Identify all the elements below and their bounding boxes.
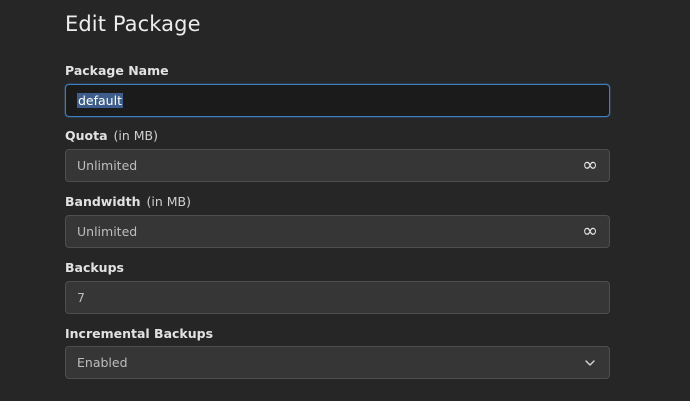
bandwidth-label: Bandwidth (in MB) xyxy=(65,194,191,209)
package-name-label-text: Package Name xyxy=(65,63,169,78)
chevron-down-icon xyxy=(585,358,595,368)
bandwidth-label-text: Bandwidth xyxy=(65,194,141,209)
infinity-icon[interactable]: ∞ xyxy=(582,222,598,241)
infinity-icon[interactable]: ∞ xyxy=(582,156,598,175)
incremental-backups-selected: Enabled xyxy=(77,355,128,370)
bandwidth-unit: (in MB) xyxy=(146,194,191,209)
quota-input[interactable]: Unlimited ∞ xyxy=(65,149,610,182)
backups-label-text: Backups xyxy=(65,260,124,275)
bandwidth-placeholder: Unlimited xyxy=(77,224,138,239)
quota-unit: (in MB) xyxy=(113,128,159,143)
bandwidth-input[interactable]: Unlimited ∞ xyxy=(65,215,610,248)
backups-label: Backups xyxy=(65,260,124,275)
incremental-backups-label: Incremental Backups xyxy=(65,326,213,341)
page-title: Edit Package xyxy=(65,12,201,36)
package-name-selected-text: default xyxy=(77,93,123,108)
backups-value: 7 xyxy=(77,290,85,305)
package-name-input[interactable]: default xyxy=(65,84,610,117)
quota-label: Quota (in MB) xyxy=(65,128,158,143)
quota-placeholder: Unlimited xyxy=(77,158,138,173)
package-name-value[interactable]: default xyxy=(77,93,609,108)
incremental-backups-select[interactable]: Enabled xyxy=(65,346,610,379)
backups-input[interactable]: 7 xyxy=(65,281,610,314)
edit-package-form: Edit Package Package Name default Quota (… xyxy=(0,0,690,401)
package-name-label: Package Name xyxy=(65,63,169,78)
quota-label-text: Quota xyxy=(65,128,108,143)
incremental-backups-label-text: Incremental Backups xyxy=(65,326,214,341)
